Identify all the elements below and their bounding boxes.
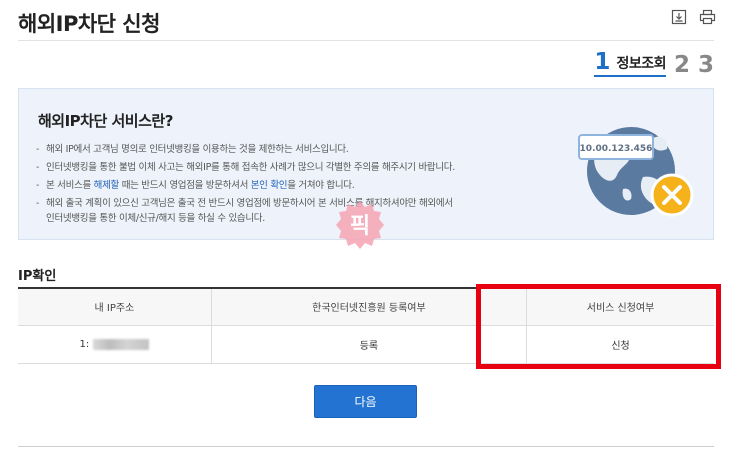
top-toolbar (670, 8, 716, 26)
title-divider (18, 40, 714, 41)
page-title: 해외IP차단 신청 (18, 12, 160, 36)
step-current: 1 정보조회 (594, 50, 666, 77)
step-2: 2 (673, 52, 690, 78)
info-title: 해외IP차단 서비스란? (38, 112, 173, 130)
bottom-divider (18, 446, 714, 447)
ip-section-title: IP확인 (18, 269, 57, 284)
step-current-number: 1 (594, 49, 611, 75)
info-item: 해외 출국 계획이 있으신 고객님은 출국 전 반드시 영업점에 방문하시어 본… (36, 197, 455, 226)
info-item: 해외 IP에서 고객님 명의로 인터넷뱅킹을 이용하는 것을 제한하는 서비스입… (36, 141, 455, 159)
highlight-release: 해제할 (93, 180, 120, 191)
blurred-ip-redaction (93, 338, 150, 350)
step-indicator: 1 정보조회 2 3 (594, 50, 714, 77)
blocked-globe-illustration: 10.00.123.456 (578, 127, 694, 217)
step-current-label: 정보조회 (616, 56, 666, 72)
ip-prefix: 1: (79, 338, 90, 350)
watermark-text: 픽 (350, 214, 370, 239)
highlight-identity: 본인 확인 (250, 180, 288, 191)
service-status-highlight (476, 284, 721, 369)
cell-my-ip: 1: (18, 325, 212, 364)
info-list: 해외 IP에서 고객님 명의로 인터넷뱅킹을 이용하는 것을 제한하는 서비스입… (36, 141, 455, 226)
step-3: 3 (697, 52, 714, 78)
illustration-ip-text: 10.00.123.456 (580, 144, 653, 154)
watermark-badge: 픽 (336, 201, 384, 249)
print-icon[interactable] (698, 8, 716, 26)
download-icon[interactable] (670, 8, 688, 26)
header-my-ip: 내 IP주소 (18, 288, 212, 326)
info-item: 본 서비스를 해제할 때는 반드시 영업점을 방문하셔서 본인 확인을 거쳐야 … (36, 177, 455, 195)
info-item: 인터넷뱅킹을 통한 불법 이체 사고는 해외IP를 통해 접속한 사례가 많으니… (36, 159, 455, 177)
next-button[interactable]: 다음 (314, 385, 417, 418)
